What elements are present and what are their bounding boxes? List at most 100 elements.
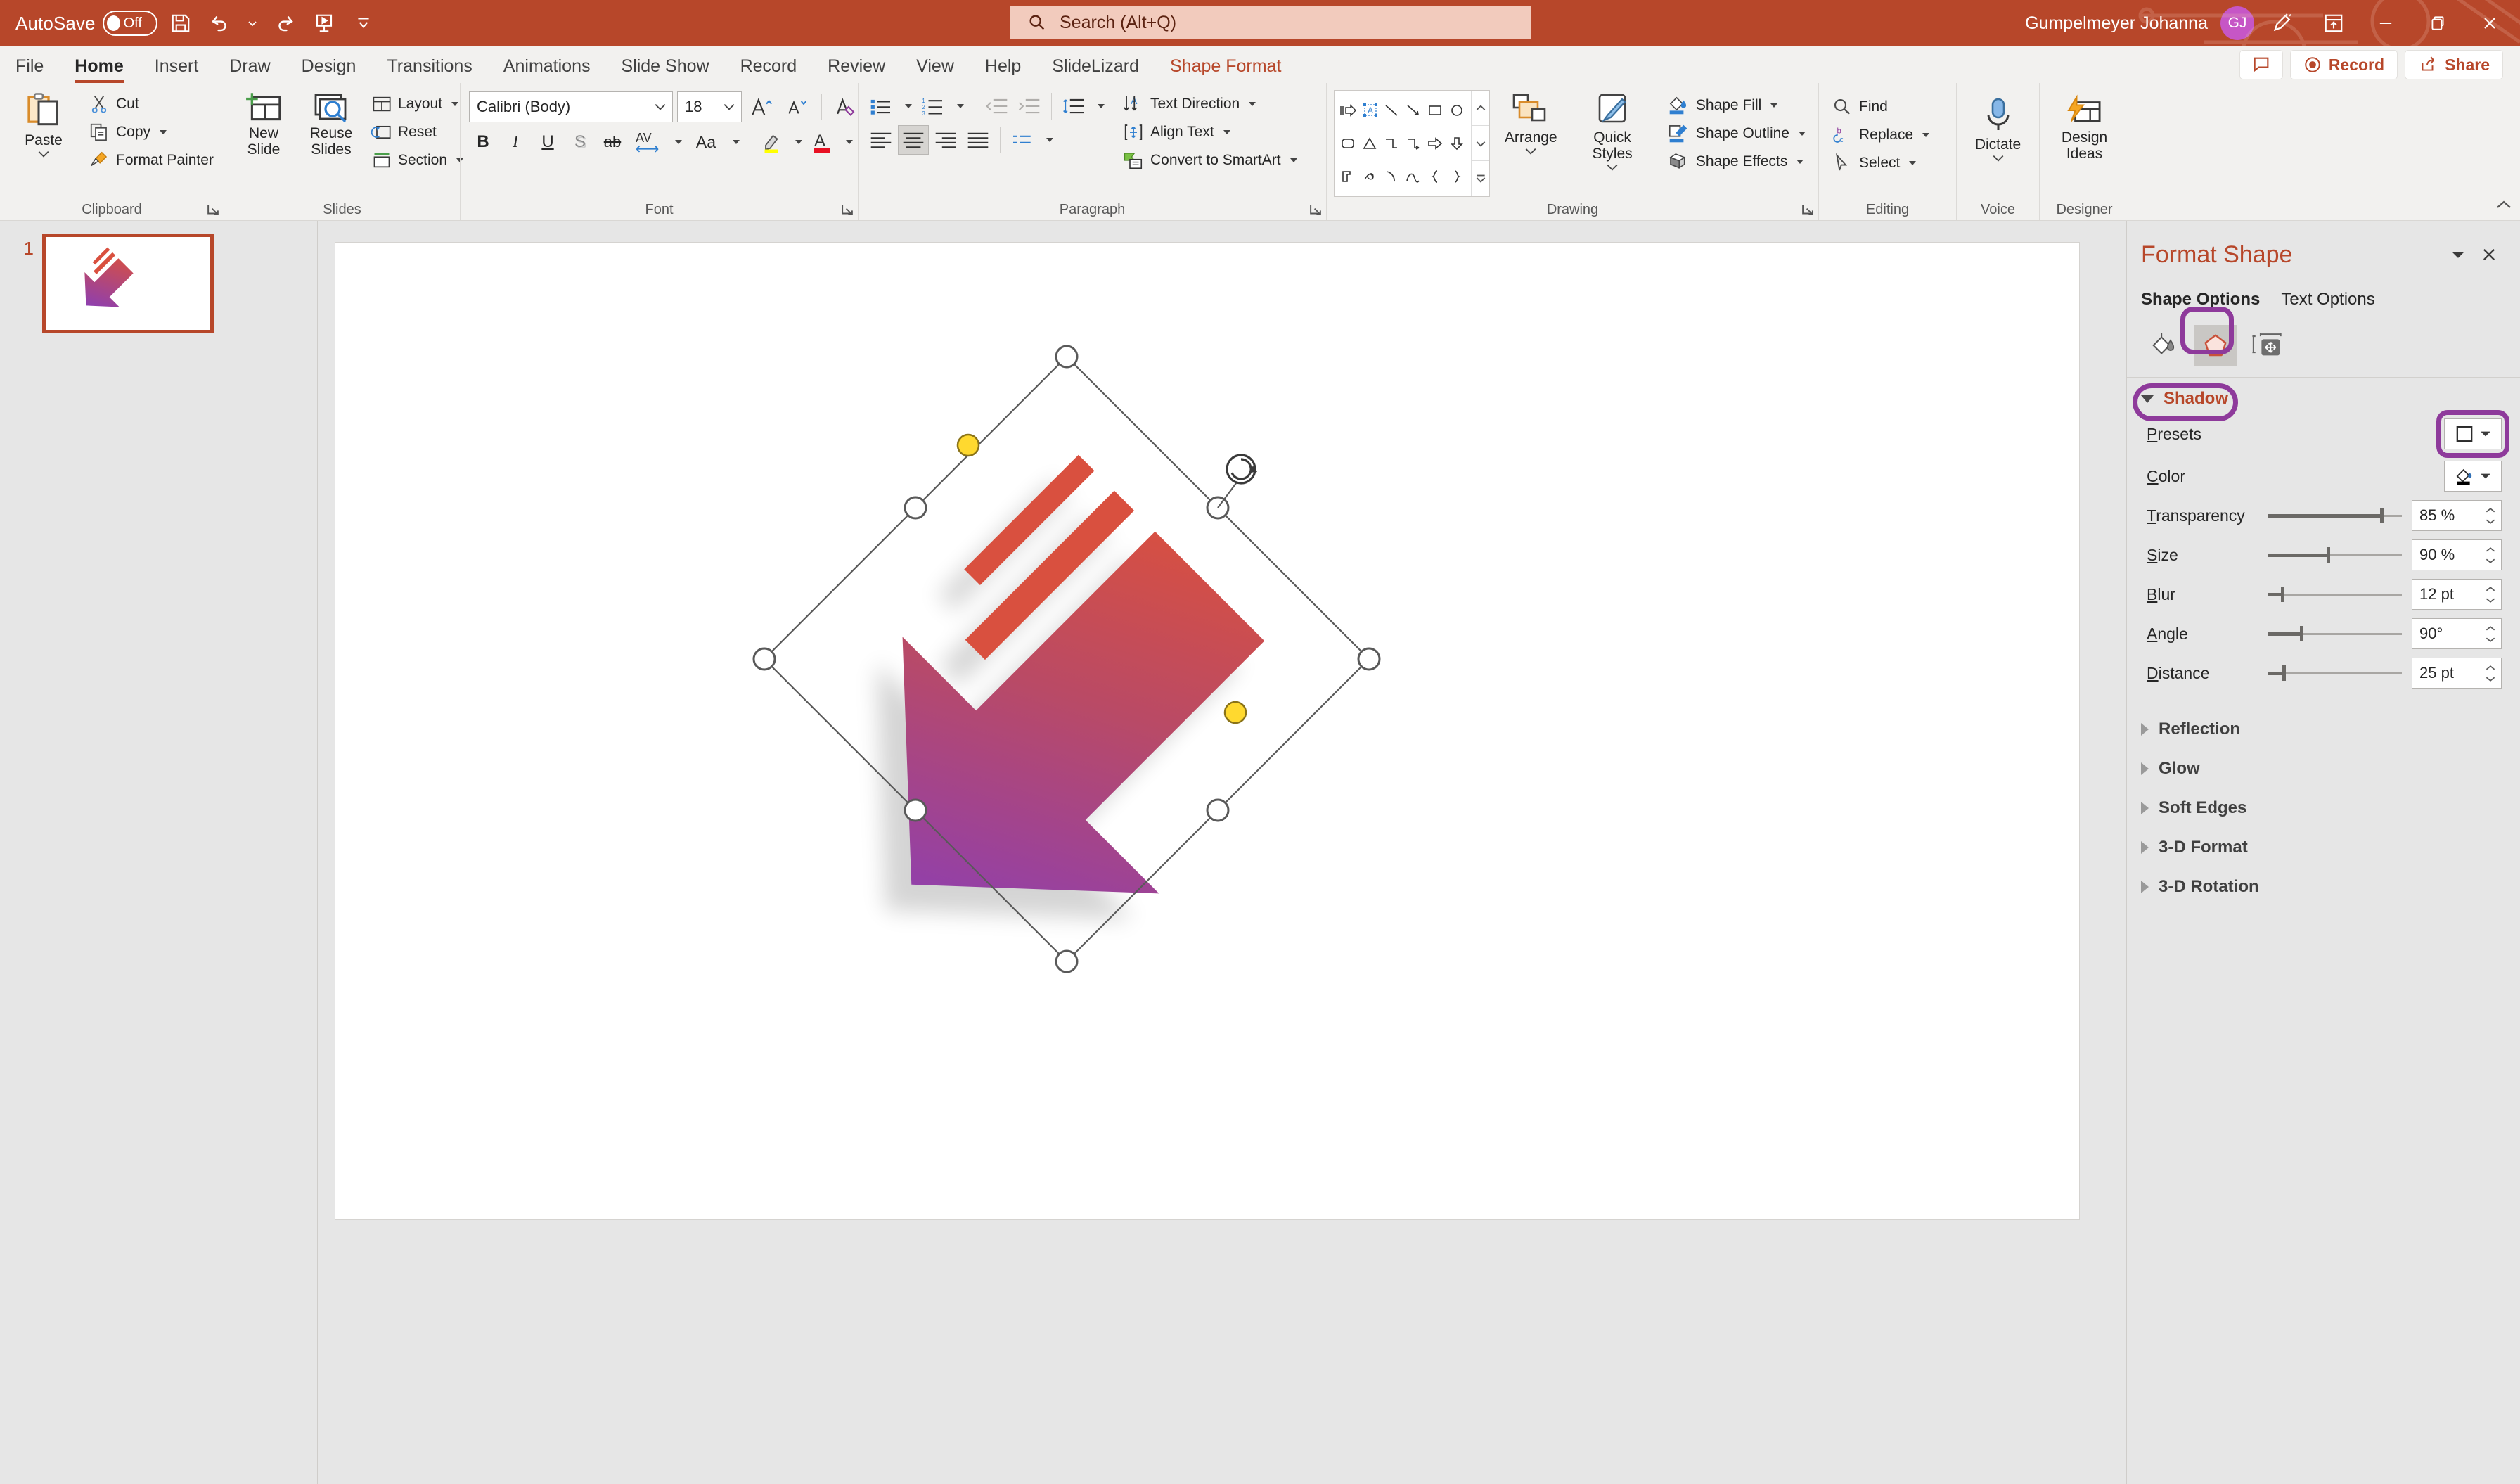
reuse-slides-button[interactable]: Reuse Slides bbox=[299, 89, 364, 158]
shape-fill-button[interactable]: Shape Fill bbox=[1661, 91, 1811, 119]
section-header-3d-format[interactable]: 3-D Format bbox=[2127, 828, 2520, 867]
font-family-combo[interactable]: Calibri (Body) bbox=[469, 91, 673, 122]
shapes-gallery-scrollbar[interactable] bbox=[1471, 91, 1490, 196]
tab-insert[interactable]: Insert bbox=[139, 49, 214, 83]
search-input[interactable]: Search (Alt+Q) bbox=[1010, 6, 1531, 39]
underline-button[interactable]: U bbox=[532, 127, 563, 158]
spinner-arrows[interactable] bbox=[2485, 540, 2496, 570]
spinner-arrows[interactable] bbox=[2485, 658, 2496, 688]
bullets-dropdown[interactable] bbox=[898, 91, 916, 121]
change-case-button[interactable]: Aa bbox=[687, 127, 725, 158]
columns-dropdown[interactable] bbox=[1039, 125, 1058, 155]
text-shadow-button[interactable]: S bbox=[565, 127, 596, 158]
arrange-button[interactable]: Arrange bbox=[1498, 90, 1563, 155]
font-color-button[interactable]: A bbox=[807, 127, 838, 158]
tab-home[interactable]: Home bbox=[59, 49, 139, 83]
increase-indent-button[interactable] bbox=[1014, 91, 1045, 121]
tab-draw[interactable]: Draw bbox=[214, 49, 285, 83]
size-spinner[interactable]: 90 % bbox=[2412, 539, 2502, 570]
section-header-glow[interactable]: Glow bbox=[2127, 749, 2520, 788]
decrease-font-size-button[interactable] bbox=[781, 91, 812, 122]
numbering-button[interactable]: 123 bbox=[918, 91, 949, 121]
gallery-scroll-up-icon[interactable] bbox=[1472, 91, 1490, 126]
avatar[interactable]: GJ bbox=[2220, 6, 2254, 40]
layout-button[interactable]: Layout bbox=[366, 90, 469, 117]
shapes-gallery[interactable]: A bbox=[1334, 90, 1491, 197]
gallery-scroll-down-icon[interactable] bbox=[1472, 126, 1490, 161]
copy-button[interactable]: Copy bbox=[83, 118, 219, 146]
clipboard-dialog-launcher[interactable] bbox=[205, 202, 221, 217]
blur-spinner[interactable]: 12 pt bbox=[2412, 579, 2502, 610]
font-size-combo[interactable]: 18 bbox=[677, 91, 742, 122]
pen-annotation-icon[interactable] bbox=[2257, 0, 2306, 46]
size-slider[interactable] bbox=[2268, 544, 2402, 565]
shape-left-brace-icon[interactable] bbox=[1425, 160, 1446, 193]
shape-elbow-arrow-icon[interactable] bbox=[1403, 127, 1425, 160]
tab-animations[interactable]: Animations bbox=[488, 49, 606, 83]
customize-quick-access-icon[interactable] bbox=[347, 7, 380, 39]
format-painter-button[interactable]: Format Painter bbox=[83, 146, 219, 174]
quick-styles-button[interactable]: Quick Styles bbox=[1571, 90, 1653, 172]
bold-button[interactable]: B bbox=[468, 127, 499, 158]
minimize-icon[interactable] bbox=[2361, 0, 2410, 46]
cut-button[interactable]: Cut bbox=[83, 90, 219, 117]
section-header-soft-edges[interactable]: Soft Edges bbox=[2127, 788, 2520, 828]
text-highlight-button[interactable] bbox=[757, 127, 788, 158]
record-button[interactable]: Record bbox=[2289, 50, 2398, 79]
shape-effects-button[interactable]: Shape Effects bbox=[1661, 148, 1811, 175]
align-right-button[interactable] bbox=[930, 125, 961, 155]
shape-scribble-icon[interactable] bbox=[1359, 160, 1381, 193]
shadow-color-picker[interactable] bbox=[2444, 461, 2502, 492]
find-button[interactable]: Find bbox=[1826, 93, 1935, 120]
tab-review[interactable]: Review bbox=[812, 49, 901, 83]
transparency-spinner[interactable]: 85 % bbox=[2412, 500, 2502, 531]
undo-icon[interactable] bbox=[204, 7, 236, 39]
character-spacing-dropdown[interactable] bbox=[669, 127, 686, 158]
font-dialog-launcher[interactable] bbox=[840, 202, 855, 217]
tab-slide-show[interactable]: Slide Show bbox=[605, 49, 724, 83]
drawing-dialog-launcher[interactable] bbox=[1800, 202, 1815, 217]
justify-button[interactable] bbox=[963, 125, 994, 155]
paste-button[interactable]: Paste bbox=[7, 89, 80, 158]
align-center-button[interactable] bbox=[898, 125, 929, 155]
shape-textbox-icon[interactable]: A bbox=[1359, 94, 1381, 127]
section-header-reflection[interactable]: Reflection bbox=[2127, 710, 2520, 749]
align-text-button[interactable]: Align Text bbox=[1117, 118, 1303, 146]
share-button[interactable]: Share bbox=[2405, 50, 2503, 79]
tab-help[interactable]: Help bbox=[970, 49, 1036, 83]
distance-slider[interactable] bbox=[2268, 663, 2402, 684]
shape-curve-icon[interactable] bbox=[1403, 160, 1425, 193]
tab-shape-options[interactable]: Shape Options bbox=[2141, 290, 2260, 309]
redo-icon[interactable] bbox=[269, 7, 301, 39]
autosave-toggle[interactable]: Off bbox=[102, 11, 158, 36]
shape-rounded-rect-icon[interactable] bbox=[1337, 127, 1359, 160]
shape-block-arrow-right-icon[interactable] bbox=[1425, 127, 1446, 160]
undo-dropdown-icon[interactable] bbox=[243, 7, 262, 39]
angle-spinner[interactable]: 90° bbox=[2412, 618, 2502, 649]
shape-rectangle-icon[interactable] bbox=[1425, 94, 1446, 127]
replace-button[interactable]: b c Replace bbox=[1826, 121, 1935, 148]
blur-slider[interactable] bbox=[2268, 584, 2402, 605]
slide-canvas[interactable] bbox=[335, 242, 2080, 1220]
angle-slider[interactable] bbox=[2268, 623, 2402, 644]
transparency-slider[interactable] bbox=[2268, 505, 2402, 526]
increase-font-size-button[interactable] bbox=[746, 91, 777, 122]
spinner-arrows[interactable] bbox=[2485, 619, 2496, 648]
save-icon[interactable] bbox=[165, 7, 197, 39]
gallery-more-icon[interactable] bbox=[1472, 161, 1490, 196]
start-presentation-icon[interactable] bbox=[308, 7, 340, 39]
section-header-shadow[interactable]: Shadow bbox=[2127, 378, 2520, 409]
section-button[interactable]: Section bbox=[366, 146, 469, 174]
convert-to-smartart-button[interactable]: Convert to SmartArt bbox=[1117, 146, 1303, 174]
pane-close-icon[interactable] bbox=[2474, 239, 2505, 270]
distance-spinner[interactable]: 25 pt bbox=[2412, 658, 2502, 689]
decrease-indent-button[interactable] bbox=[982, 91, 1012, 121]
close-icon[interactable] bbox=[2465, 0, 2514, 46]
size-and-properties-icon[interactable] bbox=[2246, 325, 2289, 366]
slide-thumbnail-1[interactable] bbox=[42, 234, 214, 333]
shape-folded-corner-icon[interactable] bbox=[1337, 160, 1359, 193]
new-slide-button[interactable]: New Slide bbox=[231, 89, 296, 158]
shape-triangle-icon[interactable] bbox=[1359, 127, 1381, 160]
shape-arc-icon[interactable] bbox=[1381, 160, 1403, 193]
shape-arrow-right-stripes-icon[interactable] bbox=[1337, 94, 1359, 127]
